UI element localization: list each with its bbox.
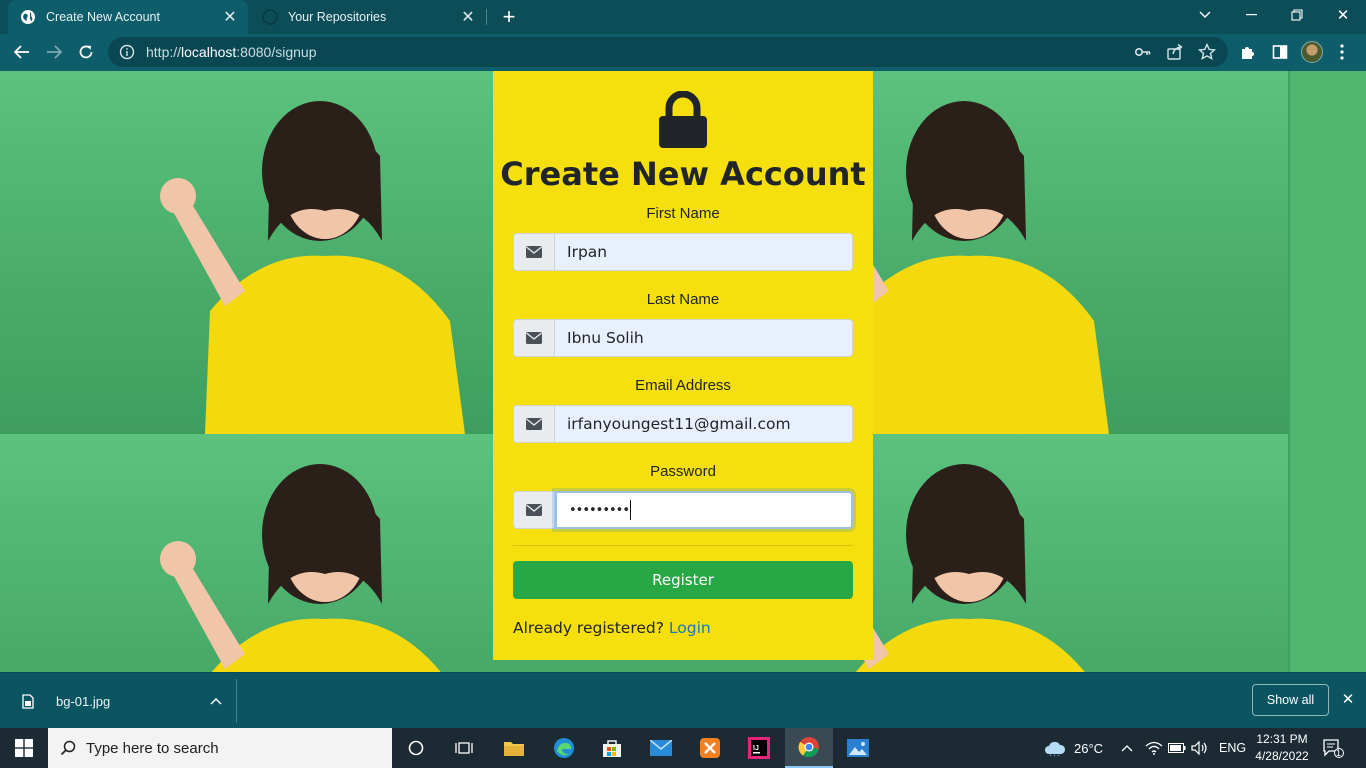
minimize-button[interactable] — [1228, 0, 1274, 30]
tab-search-chevron-icon[interactable] — [1182, 0, 1228, 30]
url-text: http://localhost:8080/signup — [146, 44, 317, 60]
last-name-label: Last Name — [646, 291, 720, 308]
task-view-icon[interactable] — [440, 728, 488, 768]
intellij-icon[interactable]: IJ — [735, 728, 783, 768]
text-caret — [630, 500, 632, 520]
tab-title: Create New Account — [46, 10, 160, 24]
close-window-button[interactable]: ✕ — [1320, 0, 1366, 30]
form-divider — [513, 545, 853, 546]
password-label: Password — [650, 463, 716, 480]
address-bar[interactable]: http://localhost:8080/signup — [108, 37, 1228, 67]
profile-avatar[interactable] — [1301, 41, 1323, 63]
search-placeholder: Type here to search — [86, 739, 219, 757]
register-button[interactable]: Register — [513, 561, 853, 599]
chrome-icon[interactable] — [785, 728, 833, 768]
battery-icon[interactable] — [1168, 728, 1186, 768]
forward-button[interactable] — [40, 38, 68, 66]
key-icon[interactable] — [1134, 43, 1152, 64]
taskbar-search-box[interactable]: Type here to search — [48, 728, 392, 768]
tab-your-repositories[interactable]: Your Repositories ✕ — [250, 0, 486, 34]
photos-icon[interactable] — [834, 728, 882, 768]
github-icon — [262, 9, 278, 25]
tab-title: Your Repositories — [288, 10, 387, 24]
microsoft-store-icon[interactable] — [588, 728, 636, 768]
notification-count: 1 — [1336, 748, 1342, 758]
volume-icon[interactable] — [1191, 728, 1209, 768]
login-link[interactable]: Login — [669, 619, 711, 637]
download-shelf: bg-01.jpg Show all ✕ — [0, 672, 1366, 728]
show-all-button[interactable]: Show all — [1252, 684, 1329, 716]
chrome-menu-icon[interactable] — [1328, 38, 1356, 66]
page-title: Create New Account — [500, 155, 866, 193]
password-mask: ••••••••• — [569, 502, 630, 518]
close-tab-icon[interactable]: ✕ — [218, 5, 242, 29]
envelope-icon — [513, 405, 555, 443]
chevron-up-icon[interactable] — [210, 697, 222, 705]
weather-cloud-icon — [1044, 740, 1066, 756]
notification-center-icon[interactable]: 1 — [1322, 728, 1344, 768]
download-file-name: bg-01.jpg — [56, 693, 111, 709]
reload-button[interactable] — [72, 38, 100, 66]
tab-divider — [486, 9, 487, 25]
weather-widget[interactable]: 26°C — [1044, 728, 1103, 768]
password-input[interactable]: ••••••••• — [555, 491, 853, 529]
back-button[interactable] — [8, 38, 36, 66]
browser-tab-strip: Create New Account ✕ Your Repositories ✕… — [0, 0, 1366, 34]
bookmark-star-icon[interactable] — [1197, 42, 1217, 64]
clock-date: 4/28/2022 — [1255, 749, 1309, 763]
tile-seam — [1288, 71, 1290, 672]
shelf-divider — [236, 679, 237, 723]
mail-icon[interactable] — [637, 728, 685, 768]
person-image — [160, 101, 465, 434]
first-name-group: Irpan — [513, 233, 853, 271]
share-icon[interactable] — [1166, 43, 1184, 64]
new-tab-button[interactable]: + — [496, 4, 522, 29]
envelope-icon — [513, 491, 555, 529]
xampp-icon[interactable] — [686, 728, 734, 768]
edge-browser-icon[interactable] — [540, 728, 588, 768]
lock-icon — [659, 91, 707, 148]
envelope-icon — [513, 233, 555, 271]
close-tab-icon[interactable]: ✕ — [456, 5, 480, 29]
file-icon — [22, 693, 42, 709]
close-shelf-icon[interactable]: ✕ — [1338, 689, 1358, 709]
svg-text:IJ: IJ — [753, 745, 759, 752]
password-group: ••••••••• — [513, 491, 853, 529]
show-hidden-icons-chevron-icon[interactable] — [1121, 728, 1133, 768]
restore-button[interactable] — [1274, 0, 1320, 30]
email-label: Email Address — [635, 377, 731, 394]
globe-icon — [20, 9, 36, 25]
side-panel-icon[interactable] — [1266, 38, 1294, 66]
last-name-input[interactable]: Ibnu Solih — [555, 319, 853, 357]
extensions-puzzle-icon[interactable] — [1234, 38, 1262, 66]
system-clock[interactable]: 12:31 PM 4/28/2022 — [1248, 731, 1316, 765]
clock-time: 12:31 PM — [1256, 732, 1308, 746]
last-name-group: Ibnu Solih — [513, 319, 853, 357]
email-group: irfanyoungest11@gmail.com — [513, 405, 853, 443]
tab-create-new-account[interactable]: Create New Account ✕ — [8, 0, 248, 34]
signup-card: Create New Account First Name Irpan Last… — [493, 71, 873, 660]
weather-temp: 26°C — [1074, 740, 1104, 756]
page-viewport: Create New Account First Name Irpan Last… — [0, 71, 1366, 672]
cortana-icon[interactable] — [392, 728, 440, 768]
windows-taskbar: Type here to search IJ 26°C ENG 12:31 PM… — [0, 728, 1366, 768]
envelope-icon — [513, 319, 555, 357]
login-prompt: Already registered? Login — [513, 619, 711, 637]
first-name-label: First Name — [646, 205, 720, 222]
language-indicator[interactable]: ENG — [1219, 728, 1246, 768]
person-image — [160, 464, 441, 672]
site-info-icon[interactable] — [118, 43, 136, 61]
browser-toolbar: http://localhost:8080/signup — [0, 34, 1366, 71]
network-wifi-icon[interactable] — [1145, 728, 1163, 768]
file-explorer-icon[interactable] — [490, 728, 538, 768]
start-windows-icon[interactable] — [0, 728, 48, 768]
search-icon — [60, 740, 76, 756]
first-name-input[interactable]: Irpan — [555, 233, 853, 271]
email-input[interactable]: irfanyoungest11@gmail.com — [555, 405, 853, 443]
download-item[interactable]: bg-01.jpg — [14, 673, 236, 729]
